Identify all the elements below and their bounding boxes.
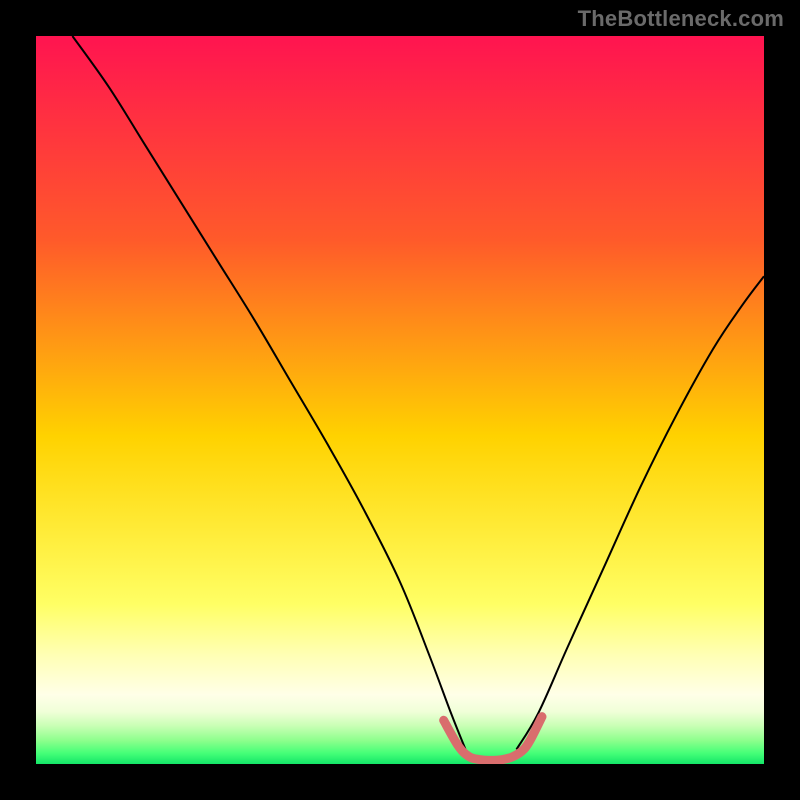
watermark-label: TheBottleneck.com [578,6,784,32]
series-left-branch [72,36,465,749]
series-right-branch [516,276,764,749]
curve-layer [36,36,764,764]
series-valley-marker [444,717,542,761]
plot-area [36,36,764,764]
chart-frame: TheBottleneck.com [0,0,800,800]
